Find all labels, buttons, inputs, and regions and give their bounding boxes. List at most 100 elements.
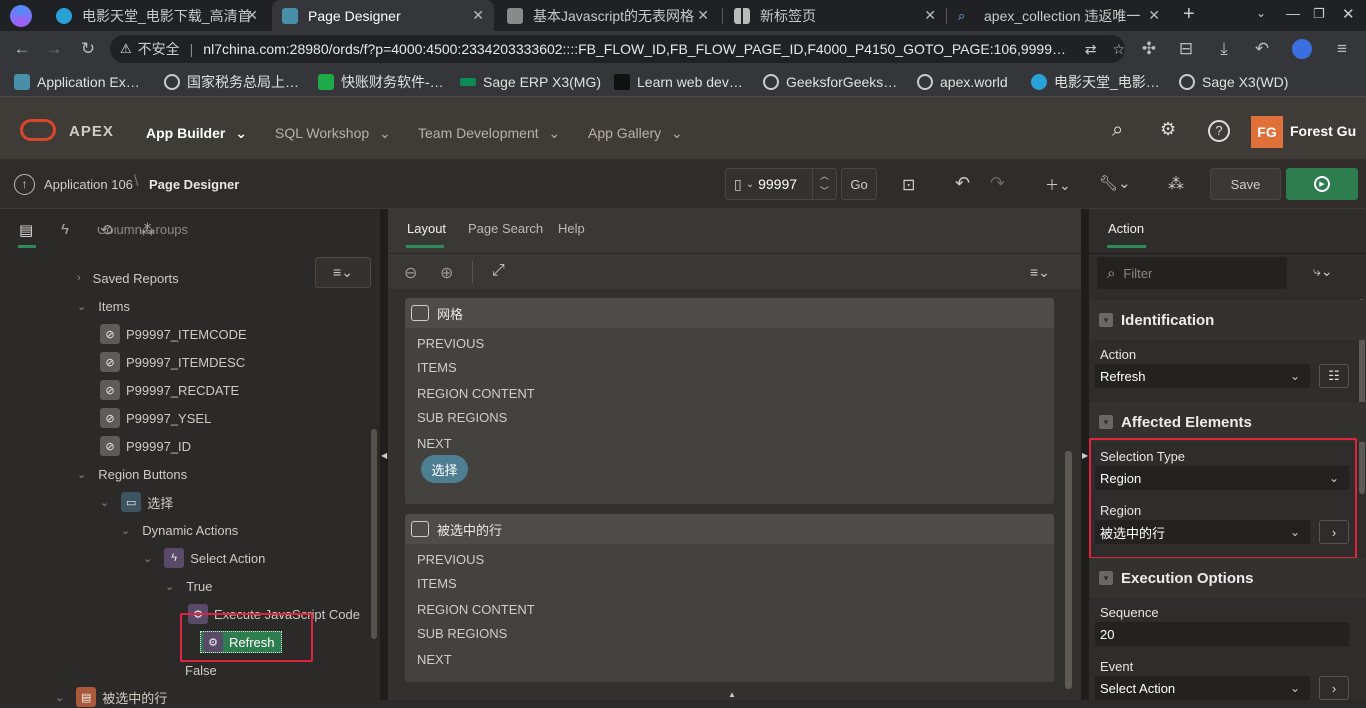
user-name[interactable]: Forest Gu [1290,123,1356,139]
apex-logo[interactable]: APEX [69,123,114,140]
save-page-icon[interactable]: ⊟ [1175,38,1197,60]
bookmark-8[interactable]: Sage X3(WD) [1179,72,1288,92]
tree-node[interactable]: ⊘ P99997_RECDATE [100,379,239,401]
avatar[interactable]: FG [1251,116,1283,148]
browser-logo-icon[interactable] [10,5,32,27]
layout-scrollbar[interactable] [1065,451,1072,689]
up-arrow-icon[interactable]: ↑ [14,174,35,195]
translate-icon[interactable]: ⇄ [1085,41,1097,58]
slot-previous[interactable]: PREVIOUS [417,336,484,351]
slot-previous[interactable]: PREVIOUS [417,552,484,567]
chevron-down-icon[interactable]: ⌄ [165,580,174,593]
tree-node[interactable]: ⌄ Items [77,295,130,317]
tab-layout[interactable]: Layout [407,221,446,236]
tab-help[interactable]: Help [558,221,585,236]
address-bar[interactable]: ⚠ 不安全 | nl7china.com:28980/ords/f?p=4000… [110,35,1125,63]
security-label[interactable]: 不安全 [138,39,180,59]
page-number-value[interactable]: 99997 [758,176,797,192]
tab-1[interactable]: Page Designer ✕ [272,0,494,31]
layout-menu-icon[interactable]: ≡⌄ [1030,264,1050,281]
help-icon[interactable]: ? [1208,120,1230,142]
breadcrumb-app[interactable]: Application 106 [44,177,133,192]
slot-region-content[interactable]: REGION CONTENT [417,602,535,617]
expand-icon[interactable]: ⤢ [492,262,505,280]
tree-scrollbar[interactable] [371,429,377,639]
tree-node[interactable]: ⌄ ▭ 选择 [100,491,173,513]
redo-icon[interactable]: ↷ [990,173,1005,194]
nav-sql-workshop[interactable]: SQL Workshop ⌄ [275,125,391,142]
action-select[interactable]: Refresh ⌄ [1095,364,1310,388]
tab-action[interactable]: Action [1108,221,1144,236]
tab-4[interactable]: ⌕ apex_collection 违返唯一 ✕ [948,0,1170,31]
section-execution-options[interactable]: ▾ Execution Options [1089,558,1366,598]
bookmark-0[interactable]: Application Ex… [14,72,140,92]
download-icon[interactable]: ⤓ [1213,38,1235,60]
chevron-down-icon[interactable]: ⌄ [100,496,109,509]
close-icon[interactable]: ✕ [472,7,484,24]
slot-next[interactable]: NEXT [417,436,452,451]
tree-node[interactable]: ⊘ P99997_YSEL [100,407,211,429]
bookmark-6[interactable]: apex.world [917,72,1008,92]
slot-items[interactable]: ITEMS [417,360,457,375]
url-text[interactable]: nl7china.com:28980/ords/f?p=4000:4500:23… [203,41,1078,57]
bookmark-4[interactable]: Learn web dev… [614,72,743,92]
slot-next[interactable]: NEXT [417,652,452,667]
list-icon[interactable]: ☷ [1319,364,1349,388]
go-button[interactable]: Go [841,168,877,200]
right-splitter[interactable]: ▶ [1081,209,1089,700]
nav-app-builder[interactable]: App Builder ⌄ [146,125,247,142]
collapse-icon[interactable]: ▾ [1099,571,1113,585]
tab-3[interactable]: 新标签页 ✕ [724,0,946,31]
slot-items[interactable]: ITEMS [417,576,457,591]
star-icon[interactable]: ☆ [1112,41,1125,58]
sequence-input[interactable]: 20 [1095,622,1349,646]
chevron-down-icon[interactable]: ⌄ [77,300,86,313]
save-button[interactable]: Save [1210,168,1281,200]
filter-input[interactable]: ⌕ Filter [1097,257,1287,289]
tree-node[interactable]: › Saved Reports [77,267,179,289]
minimize-icon[interactable]: — [1286,5,1300,21]
chevron-down-icon[interactable]: ⌄ [121,524,130,537]
tab-search-chevron-icon[interactable]: ⌄ [1256,6,1266,20]
tree-node[interactable]: ⊘ P99997_ID [100,435,191,457]
profile-avatar-icon[interactable] [1292,39,1312,59]
bookmark-3[interactable]: Sage ERP X3(MG) [460,72,601,92]
reload-icon[interactable]: ↻ [77,38,99,60]
tree-node[interactable]: ⌄ Dynamic Actions [121,519,238,541]
go-to-group-icon[interactable]: ⤷⌄ [1313,263,1333,280]
menu-icon[interactable]: ≡ [1331,38,1353,60]
chevron-down-icon[interactable]: ⌄ [77,468,86,481]
section-identification[interactable]: ▾ Identification [1089,300,1366,340]
chevron-right-icon[interactable]: › [77,272,81,284]
chevron-down-icon[interactable]: ⌄ [746,179,754,190]
forward-icon[interactable]: → [43,38,65,60]
bookmark-1[interactable]: 国家税务总局上… [164,72,299,92]
search-icon[interactable]: ⌕ [1112,119,1123,142]
bookmark-2[interactable]: 快账财务软件-… [318,72,444,92]
close-icon[interactable]: ✕ [697,7,709,24]
tree-node[interactable]: ⌄ True [165,575,212,597]
slot-sub-regions[interactable]: SUB REGIONS [417,410,507,425]
tab-page-search[interactable]: Page Search [468,221,543,236]
nav-team-development[interactable]: Team Development ⌄ [418,125,560,142]
utilities-menu-icon[interactable]: 🔧︎⌄ [1099,174,1131,192]
event-select[interactable]: Select Action ⌄ [1095,676,1310,700]
undo-icon[interactable]: ↶ [955,173,970,194]
slot-sub-regions[interactable]: SUB REGIONS [417,626,507,641]
tab-2[interactable]: 基本Javascript的无表网格 ✕ [497,0,719,31]
tree-menu-button[interactable]: ≡⌄ [315,257,371,288]
collapse-icon[interactable]: ▾ [1099,415,1113,429]
rendering-tab-icon[interactable]: ▤ [19,221,33,239]
tree-node[interactable]: False [185,659,217,681]
page-number-field[interactable]: ▯ ⌄ 99997 ︿ ﹀ [725,168,837,200]
section-affected-elements[interactable]: ▾ Affected Elements [1089,402,1366,442]
chevron-down-icon[interactable]: ⌄ [55,691,64,704]
region-header[interactable]: 被选中的行 [405,514,1054,544]
bookmark-5[interactable]: GeeksforGeeks… [763,72,897,92]
dynamic-actions-tab-icon[interactable]: ϟ [61,221,69,238]
extensions-icon[interactable]: ✣ [1138,38,1160,60]
chevron-down-icon[interactable]: ⌄ [143,552,152,565]
tree-node[interactable]: ⌄ Region Buttons [77,463,187,485]
history-icon[interactable]: ↶ [1251,38,1273,60]
region-header[interactable]: 网格 [405,298,1054,328]
